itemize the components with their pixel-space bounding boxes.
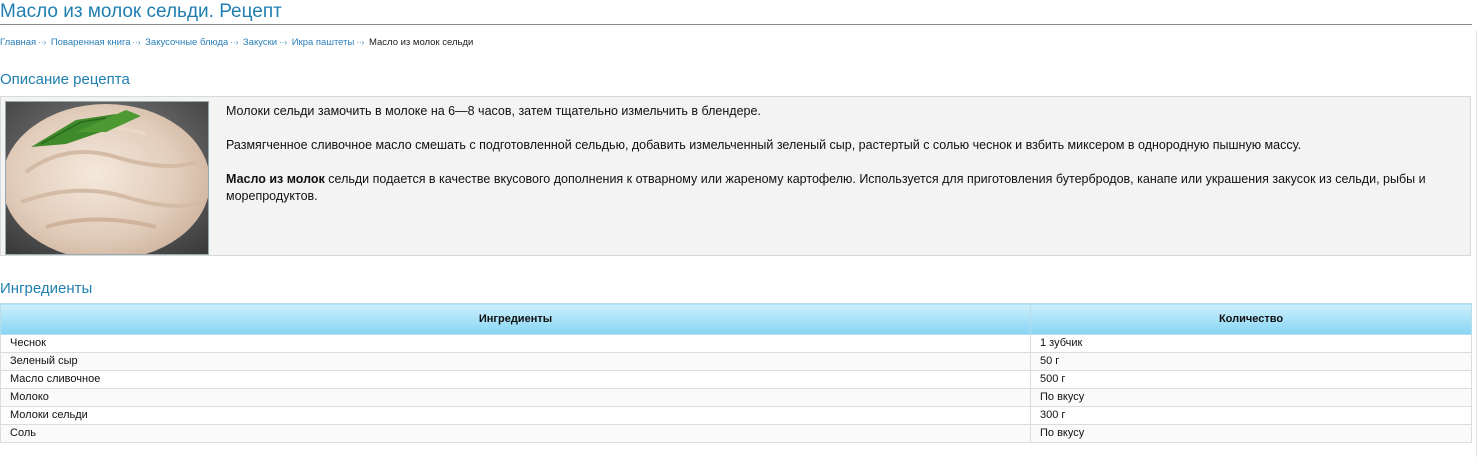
ingredient-amount: По вкусу	[1030, 388, 1472, 407]
breadcrumb-separator: ··›	[132, 38, 141, 47]
breadcrumb-separator: ··›	[230, 38, 239, 47]
breadcrumb-current: Масло из молок сельди	[368, 37, 474, 48]
ingredient-amount: По вкусу	[1030, 424, 1472, 443]
table-row: Масло сливочное 500 г	[0, 370, 1472, 389]
ingredient-name: Чеснок	[0, 334, 1031, 353]
table-header-row: Ингредиенты Количество	[0, 303, 1472, 335]
breadcrumb: Главная ··› Поваренная книга ··› Закусочны…	[0, 37, 473, 49]
description-paragraph: Размягченное сливочное масло смешать с п…	[226, 138, 1302, 152]
table-row: Молоко По вкусу	[0, 388, 1472, 407]
ingredients-heading: Ингредиенты	[0, 280, 93, 297]
table-row: Молоки сельди 300 г	[0, 406, 1472, 425]
recipe-description-text: Молоки сельди замочить в молоке на 6—8 ч…	[226, 103, 1464, 222]
table-row: Зеленый сыр 50 г	[0, 352, 1472, 371]
table-row: Соль По вкусу	[0, 424, 1472, 443]
ingredient-amount: 300 г	[1030, 406, 1472, 425]
table-row: Чеснок 1 зубчик	[0, 334, 1472, 353]
breadcrumb-link-home[interactable]: Главная	[0, 37, 36, 48]
recipe-description-box: Молоки сельди замочить в молоке на 6—8 ч…	[0, 96, 1471, 256]
breadcrumb-separator: ··›	[356, 38, 365, 47]
breadcrumb-link-appetizers[interactable]: Закуски	[243, 37, 277, 48]
page-title: Масло из молок сельди. Рецепт	[0, 0, 1472, 25]
recipe-photo[interactable]	[5, 101, 209, 255]
butter-dish-image	[6, 102, 208, 254]
description-bold-phrase: Масло из молок	[226, 172, 325, 186]
ingredients-table: Ингредиенты Количество Чеснок 1 зубчик З…	[0, 303, 1472, 443]
description-paragraph: Масло из молок сельди подается в качеств…	[226, 171, 1464, 205]
ingredient-name: Зеленый сыр	[0, 352, 1031, 371]
breadcrumb-separator: ··›	[38, 38, 47, 47]
ingredient-name: Молоки сельди	[0, 406, 1031, 425]
ingredient-name: Масло сливочное	[0, 370, 1031, 389]
ingredient-name: Соль	[0, 424, 1031, 443]
description-paragraph-rest: сельди подается в качестве вкусового доп…	[226, 172, 1426, 203]
page-right-border	[1476, 30, 1477, 457]
breadcrumb-link-cookbook[interactable]: Поваренная книга	[51, 37, 131, 48]
ingredient-amount: 500 г	[1030, 370, 1472, 389]
description-heading: Описание рецепта	[0, 71, 130, 88]
description-paragraph: Молоки сельди замочить в молоке на 6—8 ч…	[226, 104, 761, 118]
ingredient-name: Молоко	[0, 388, 1031, 407]
column-header-ingredients: Ингредиенты	[0, 303, 1031, 335]
column-header-quantity: Количество	[1030, 303, 1472, 335]
breadcrumb-separator: ··›	[279, 38, 288, 47]
breadcrumb-link-appetizer-dishes[interactable]: Закусочные блюда	[145, 37, 228, 48]
ingredient-amount: 1 зубчик	[1030, 334, 1472, 353]
ingredient-amount: 50 г	[1030, 352, 1472, 371]
breadcrumb-link-caviar-pates[interactable]: Икра паштеты	[292, 37, 355, 48]
